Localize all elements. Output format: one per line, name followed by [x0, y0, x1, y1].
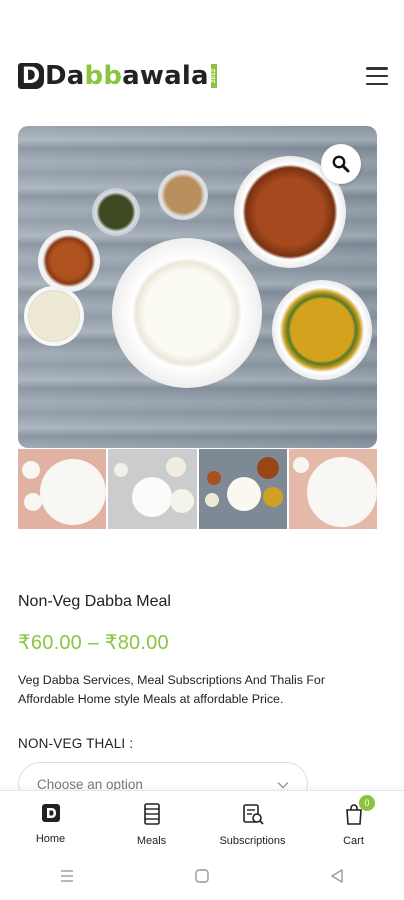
nav-meals[interactable]: Meals [101, 791, 202, 852]
site-header: D Dabbawala 2012 [18, 56, 388, 96]
nav-subscriptions[interactable]: Subscriptions [202, 791, 303, 852]
nav-home-label: Home [35, 833, 66, 845]
nav-cart-label: Cart [343, 835, 364, 847]
cart-count-badge: 0 [359, 795, 375, 811]
logo-mark: D [18, 63, 44, 89]
home-icon [40, 802, 62, 829]
recent-apps-icon[interactable] [47, 861, 87, 891]
thumbnail-2[interactable] [108, 449, 197, 529]
zoom-magnifier-icon[interactable] [321, 144, 361, 184]
logo-wordmark: Dabbawala [45, 61, 209, 91]
dabbawala-logo[interactable]: D Dabbawala 2012 [18, 61, 217, 91]
variation-label: NON-VEG THALI : [18, 736, 134, 751]
thumbnail-4[interactable] [288, 449, 377, 529]
nav-subscriptions-label: Subscriptions [219, 835, 286, 847]
back-triangle-icon[interactable] [317, 861, 357, 891]
product-title: Non-Veg Dabba Meal [18, 593, 171, 610]
nav-meals-label: Meals [136, 835, 167, 847]
hamburger-menu-icon[interactable] [366, 67, 388, 85]
meals-icon [141, 802, 163, 831]
thumbnail-1[interactable] [18, 449, 107, 529]
home-square-icon[interactable] [182, 861, 222, 891]
nav-home[interactable]: Home [0, 791, 101, 852]
bottom-navigation: Home Meals Subscriptions 0 Cart [0, 790, 404, 852]
product-price-range: ₹60.00 – ₹80.00 [18, 632, 169, 654]
system-navigation-bar [0, 852, 404, 900]
product-main-image[interactable] [18, 126, 377, 448]
nav-cart[interactable]: 0 Cart [303, 791, 404, 852]
subscriptions-icon [241, 802, 265, 831]
product-short-description: Veg Dabba Services, Meal Subscriptions A… [18, 673, 325, 706]
logo-year-tag: 2012 [210, 64, 217, 88]
product-thumbnail-gallery [18, 449, 377, 529]
product-page: D Dabbawala 2012 Non-Veg Dabba Meal ₹60.… [0, 0, 404, 900]
thumbnail-3-active[interactable] [198, 449, 287, 529]
